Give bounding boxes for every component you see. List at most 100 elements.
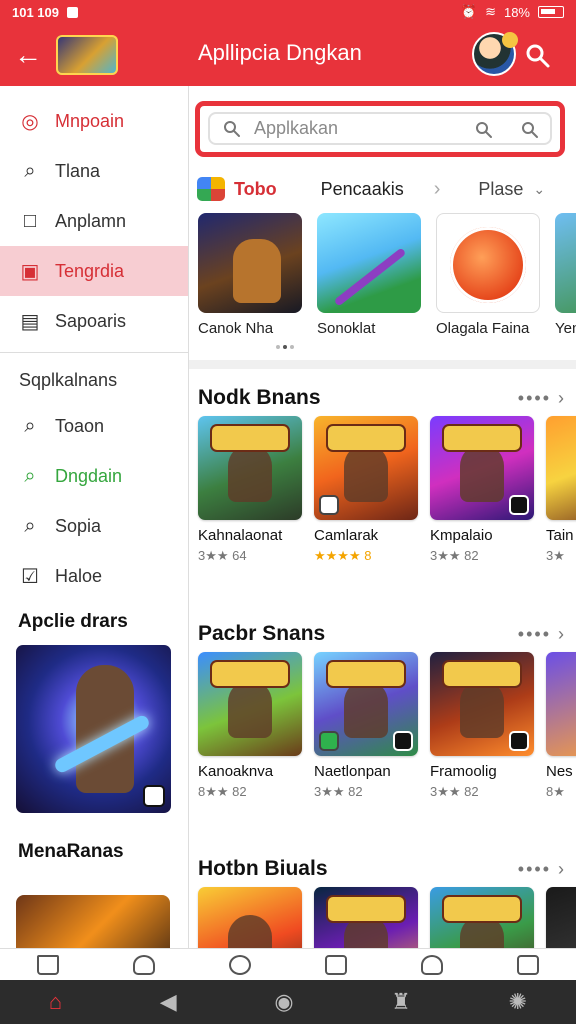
sidebar-item-anplamn[interactable]: □ Anplamn — [0, 196, 188, 246]
game-rating: 3★★ 82 — [314, 784, 363, 799]
search-icon[interactable] — [229, 954, 251, 975]
search-icon[interactable] — [520, 120, 540, 140]
app-label: Yen — [555, 320, 576, 337]
home-button-icon[interactable]: ◉ — [274, 989, 293, 1015]
game-logo — [328, 426, 404, 450]
sidebar-item-label: Dngdain — [55, 465, 123, 486]
game-card[interactable] — [430, 887, 534, 948]
game-logo — [444, 426, 520, 450]
status-bar: 101 109 ⏰ ≋ 18% — [0, 0, 576, 24]
briefcase-icon: ▤ — [20, 310, 40, 333]
more-icon[interactable]: •••• › — [518, 859, 566, 880]
battery-text: 18% — [503, 4, 530, 20]
more-icon[interactable]: •••• › — [518, 388, 566, 409]
sidebar-item-label: Mnpoain — [55, 110, 125, 131]
game-card[interactable] — [198, 887, 302, 948]
game-name: Framoolig — [430, 763, 497, 780]
sidebar-item-tlana[interactable]: ⌕ Tlana — [0, 146, 188, 196]
game-art — [546, 652, 576, 756]
top-app[interactable]: Canok Nha — [198, 213, 302, 337]
sidebar-item-label: Toaon — [55, 415, 105, 436]
users-icon[interactable] — [421, 954, 443, 975]
home-icon[interactable] — [37, 954, 59, 975]
search-icon: ⌕ — [24, 159, 36, 182]
sidebar-item-tengrdia[interactable]: ▣ Tengrdia — [0, 246, 188, 296]
game-name: Naetlonpan — [314, 763, 391, 780]
game-card[interactable]: Camlarak ★★★★ 8 — [314, 416, 418, 564]
category-place[interactable]: Plase — [478, 179, 523, 200]
search-icon[interactable] — [524, 42, 552, 70]
sidebar-item-dngdain[interactable]: ⌕ Dngdain — [0, 451, 188, 501]
game-section: Pacbr Snans •••• › Kanoaknva 8★★ 82 Naet… — [198, 616, 576, 799]
search-input[interactable]: Applkakan — [208, 112, 552, 145]
game-card[interactable]: Framoolig 3★★ 82 — [430, 652, 534, 800]
game-card[interactable] — [546, 887, 576, 948]
game-art — [314, 652, 418, 756]
sidebar-item-mnpoain[interactable]: ◎ Mnpoain — [0, 96, 188, 146]
sidebar-item-toaon[interactable]: ⌕ Toaon — [0, 401, 188, 451]
category-top[interactable]: Tobo — [234, 179, 277, 200]
section-title: Hotbn Biuals — [198, 857, 328, 880]
app-bar: ← Apllipcia Dngkan — [0, 24, 576, 86]
game-card[interactable]: Kahnalaonat 3★★ 64 — [198, 416, 302, 564]
notification-icon[interactable]: ♜ — [391, 989, 411, 1015]
profile-icon[interactable] — [133, 954, 155, 975]
game-name: Kahnalaonat — [198, 527, 283, 544]
secondary-game-art[interactable] — [16, 895, 170, 948]
home-icon[interactable]: ⌂ — [49, 989, 62, 1015]
game-card[interactable]: Tain 3★ — [546, 416, 576, 564]
game-art — [430, 887, 534, 948]
image-icon[interactable] — [325, 954, 347, 975]
profile-badge-icon — [502, 32, 518, 48]
game-rating: 3★★ 82 — [430, 784, 479, 799]
app-badge-icon — [509, 495, 529, 515]
square-icon: □ — [23, 209, 37, 232]
status-right: ⏰ ≋ 18% — [461, 4, 564, 20]
profile-avatar[interactable] — [472, 32, 518, 76]
game-rating: 8★ — [546, 784, 565, 799]
game-name: Nes — [546, 763, 573, 780]
category-pencil[interactable]: Pencaakis — [321, 179, 404, 200]
game-card[interactable]: Nes 8★ — [546, 652, 576, 800]
featured-game-art[interactable] — [16, 645, 171, 813]
game-name: Kanoaknva — [198, 763, 274, 780]
sidebar-second-section-title: MenaRanas — [18, 841, 124, 862]
top-app[interactable]: Olagala Faina — [436, 213, 540, 337]
store-logo-icon — [197, 177, 225, 201]
menu-icon[interactable] — [517, 954, 539, 975]
search-placeholder: Applkakan — [254, 118, 339, 138]
section-head: Nodk Bnans •••• › — [198, 380, 576, 416]
carousel-dots — [276, 345, 294, 349]
game-logo — [328, 897, 404, 921]
game-card[interactable]: Kmpalaio 3★★ 82 — [430, 416, 534, 564]
game-rating: 3★★ 64 — [198, 548, 247, 563]
sidebar-item-label: Sapoaris — [55, 310, 127, 331]
sidebar-item-haloe[interactable]: ☑ Haloe — [0, 551, 188, 601]
app-label: Canok Nha — [198, 320, 274, 337]
game-art — [198, 652, 302, 756]
assistant-icon[interactable]: ✺ — [509, 989, 527, 1015]
search-icon[interactable] — [474, 120, 494, 140]
sidebar-item-label: Tlana — [55, 160, 101, 181]
sidebar: ◎ Mnpoain ⌕ Tlana □ Anplamn ▣ Tengrdia ▤… — [0, 86, 189, 948]
back-icon[interactable]: ◀ — [160, 989, 177, 1015]
more-icon[interactable]: •••• › — [518, 624, 566, 645]
game-art — [314, 416, 418, 520]
back-arrow-icon[interactable]: ← — [0, 24, 56, 86]
game-card[interactable] — [314, 887, 418, 948]
chevron-down-icon: ⌄ — [533, 180, 546, 197]
app-label: Sonoklat — [317, 320, 376, 337]
game-card[interactable]: Naetlonpan 3★★ 82 — [314, 652, 418, 800]
game-logo — [212, 662, 288, 686]
game-logo — [212, 426, 288, 450]
game-rating: 8★★ 82 — [198, 784, 247, 799]
game-name: Camlarak — [314, 527, 379, 544]
hero-art — [233, 239, 281, 303]
game-card[interactable]: Kanoaknva 8★★ 82 — [198, 652, 302, 800]
top-app[interactable]: Yen — [555, 213, 576, 337]
sidebar-item-label: Tengrdia — [55, 260, 125, 281]
game-rating: 3★ — [546, 548, 565, 563]
top-app[interactable]: Sonoklat — [317, 213, 421, 337]
sidebar-item-sopia[interactable]: ⌕ Sopia — [0, 501, 188, 551]
sidebar-item-sapoaris[interactable]: ▤ Sapoaris — [0, 296, 188, 346]
